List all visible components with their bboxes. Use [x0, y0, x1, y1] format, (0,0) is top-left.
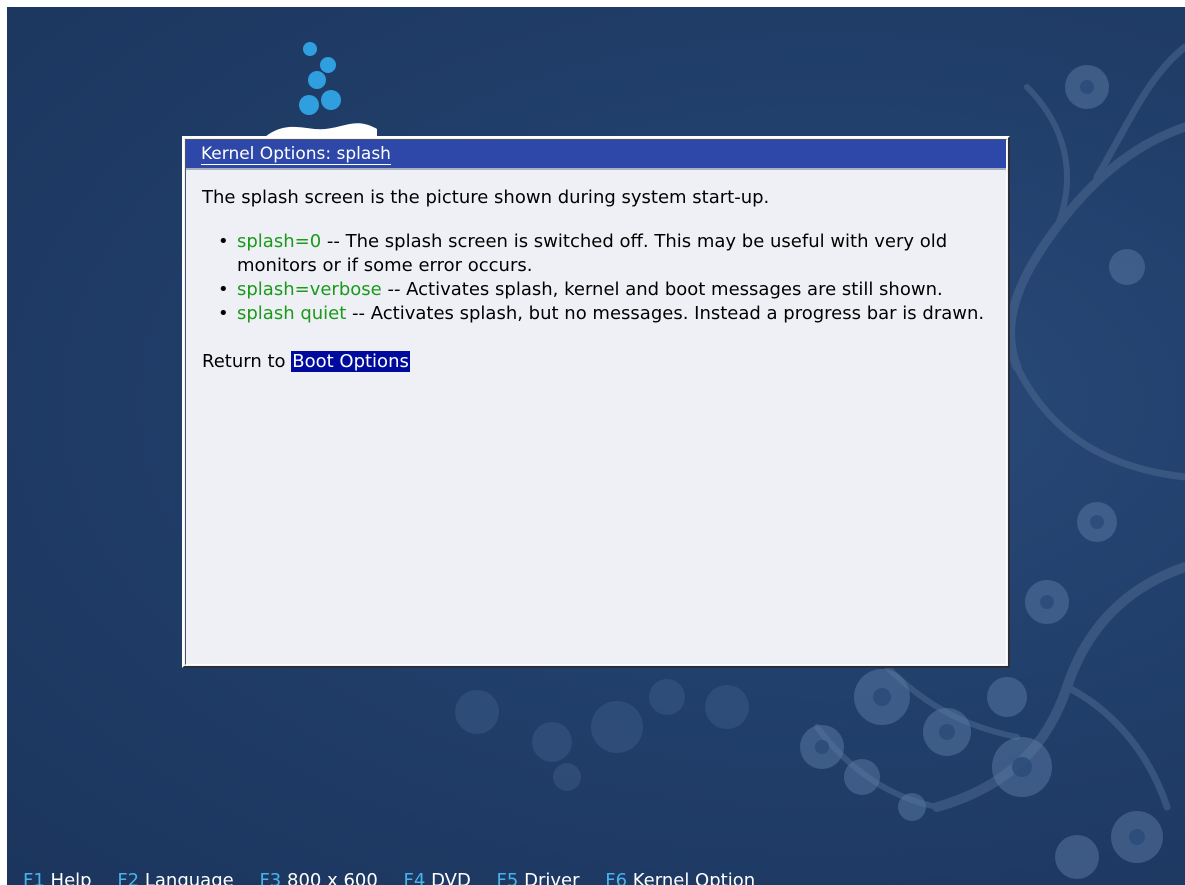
option-keyword: splash=verbose — [237, 279, 382, 300]
fkey-code: F2 — [117, 870, 140, 885]
intro-text: The splash screen is the picture shown d… — [202, 187, 770, 208]
dialog-frame: Kernel Options: splash The splash screen… — [185, 139, 1007, 665]
fkey-label: Language — [144, 870, 234, 885]
option-item-splash-quiet: splash quiet -- Activates splash, but no… — [202, 302, 990, 326]
fkey-driver[interactable]: F5 Driver — [497, 869, 580, 885]
fkey-label: 800 x 600 — [287, 870, 378, 885]
return-prefix: Return to — [202, 351, 292, 372]
boot-options-link[interactable]: Boot Options — [291, 351, 410, 372]
fkey-label: Kernel Option — [632, 870, 756, 885]
fkey-source[interactable]: F4 DVD — [404, 869, 471, 885]
option-item-splash-0: splash=0 -- The splash screen is switche… — [202, 230, 990, 278]
option-description: -- The splash screen is switched off. Th… — [237, 231, 948, 276]
fkey-code: F3 — [259, 870, 282, 885]
options-list: splash=0 -- The splash screen is switche… — [202, 230, 990, 326]
dialog-title: Kernel Options: splash — [201, 144, 391, 165]
fkey-label: Driver — [524, 870, 580, 885]
fkey-help[interactable]: F1 Help — [23, 869, 92, 885]
fkey-label: Help — [50, 870, 92, 885]
fkey-code: F1 — [23, 870, 45, 885]
fkey-code: F4 — [403, 870, 426, 885]
option-item-splash-verbose: splash=verbose -- Activates splash, kern… — [202, 278, 990, 302]
function-key-bar: F1 Help F2 Language F3 800 x 600 F4 DVD … — [23, 869, 775, 885]
fkey-language[interactable]: F2 Language — [117, 869, 233, 885]
fkey-label: DVD — [431, 870, 471, 885]
option-keyword: splash quiet — [237, 303, 347, 324]
option-keyword: splash=0 — [237, 231, 322, 252]
kernel-options-dialog: Kernel Options: splash The splash screen… — [182, 136, 1010, 668]
dialog-title-bar: Kernel Options: splash — [186, 140, 1006, 170]
fkey-code: F5 — [496, 870, 519, 885]
option-description: -- Activates splash, kernel and boot mes… — [381, 279, 943, 300]
fkey-kernel-option[interactable]: F6 Kernel Option — [605, 869, 755, 885]
boot-screen: Kernel Options: splash The splash screen… — [7, 7, 1185, 885]
dialog-content: The splash screen is the picture shown d… — [186, 170, 1006, 374]
option-description: -- Activates splash, but no messages. In… — [346, 303, 985, 324]
fkey-resolution[interactable]: F3 800 x 600 — [259, 869, 377, 885]
return-line: Return to Boot Options — [202, 350, 990, 374]
fkey-code: F6 — [605, 870, 628, 885]
